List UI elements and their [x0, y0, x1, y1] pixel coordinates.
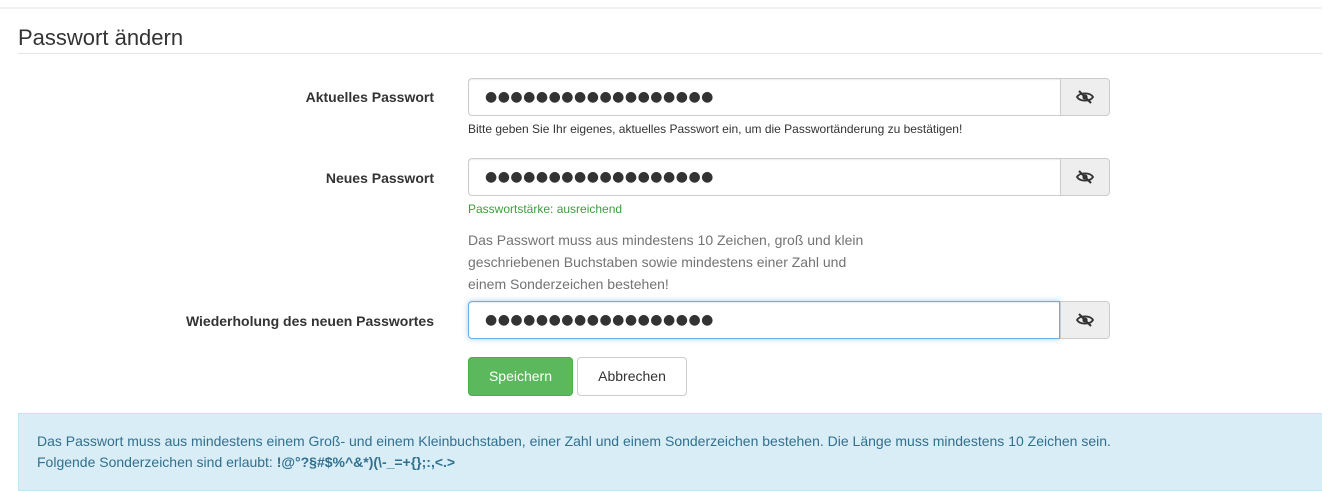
current-password-group — [468, 78, 1110, 116]
new-password-toggle-button[interactable] — [1060, 158, 1110, 196]
current-password-input[interactable] — [468, 78, 1060, 116]
new-password-input[interactable] — [468, 158, 1060, 196]
current-password-help: Bitte geben Sie Ihr eigenes, aktuelles P… — [468, 122, 963, 136]
repeat-password-input[interactable] — [468, 301, 1060, 339]
new-password-label: Neues Passwort — [325, 170, 434, 186]
alert-line-2: Folgende Sonderzeichen sind erlaubt: !@°… — [37, 452, 1322, 473]
eye-slash-icon — [1075, 90, 1095, 104]
current-password-label: Aktuelles Passwort — [305, 89, 434, 105]
eye-slash-icon — [1075, 170, 1095, 184]
save-button[interactable]: Speichern — [468, 357, 573, 396]
top-divider — [0, 7, 1322, 9]
eye-slash-icon — [1075, 313, 1095, 327]
alert-line-1: Das Passwort muss aus mindestens einem G… — [37, 433, 1111, 449]
page-title: Passwort ändern — [18, 25, 184, 50]
new-password-group — [468, 158, 1110, 196]
cancel-button[interactable]: Abbrechen — [577, 357, 687, 396]
repeat-password-toggle-button[interactable] — [1060, 301, 1110, 339]
password-requirements-text: Das Passwort muss aus mindestens 10 Zeic… — [468, 232, 864, 292]
allowed-special-chars: !@°?§#$%^&*)(\-_=+{};:,<.> — [276, 454, 456, 470]
alert-prefix: Folgende Sonderzeichen sind erlaubt: — [37, 454, 277, 470]
repeat-password-group — [468, 301, 1110, 339]
repeat-password-label: Wiederholung des neuen Passwortes — [185, 313, 434, 329]
current-password-toggle-button[interactable] — [1060, 78, 1110, 116]
title-divider — [18, 53, 1322, 54]
password-strength-indicator: Passwortstärke: ausreichend — [468, 202, 623, 216]
password-rules-alert: Das Passwort muss aus mindestens einem G… — [18, 413, 1322, 491]
